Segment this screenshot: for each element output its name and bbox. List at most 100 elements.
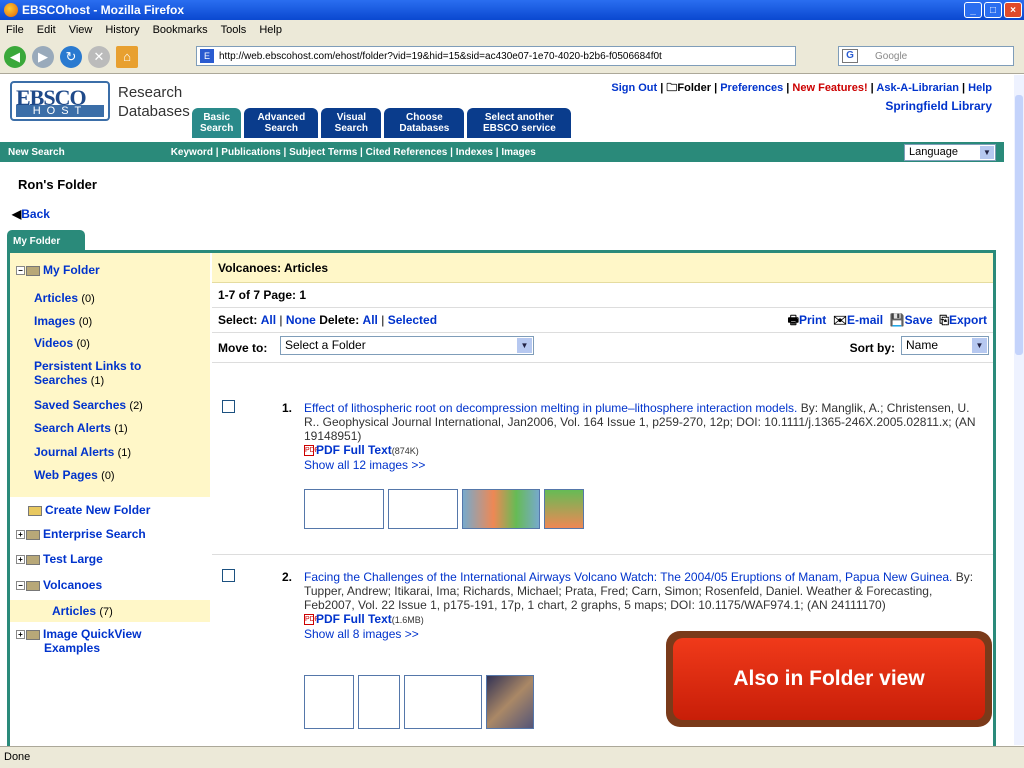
expand-icon[interactable]: + xyxy=(16,555,25,565)
preferences-link[interactable]: Preferences xyxy=(720,82,783,94)
result-thumbnail[interactable] xyxy=(462,489,540,529)
result-checkbox[interactable] xyxy=(222,400,235,413)
sign-out-link[interactable]: Sign Out xyxy=(611,82,657,94)
new-features-link[interactable]: New Features! xyxy=(792,82,867,94)
result-title-link[interactable]: Facing the Challenges of the Internation… xyxy=(304,570,952,584)
menu-file[interactable]: File xyxy=(6,24,24,36)
my-folder-tab[interactable]: My Folder xyxy=(7,230,85,250)
tab-advanced-search[interactable]: Advanced Search xyxy=(244,108,319,138)
keyword-link[interactable]: Keyword xyxy=(171,147,213,158)
sidebar-item-label[interactable]: Images xyxy=(34,314,75,328)
select-all-link[interactable]: All xyxy=(261,313,276,327)
browser-search-input[interactable]: G Google xyxy=(838,46,1014,66)
sidebar-folder-label[interactable]: Enterprise Search xyxy=(43,527,146,541)
menu-help[interactable]: Help xyxy=(259,24,282,36)
menu-edit[interactable]: Edit xyxy=(37,24,56,36)
result-checkbox[interactable] xyxy=(222,569,235,582)
result-thumbnail[interactable] xyxy=(404,675,482,729)
result-thumbnail[interactable] xyxy=(304,489,384,529)
sidebar-item-label[interactable]: Web Pages xyxy=(34,468,98,482)
sort-by-select[interactable]: Name ▼ xyxy=(901,336,989,355)
page-scrollbar[interactable] xyxy=(1014,75,1024,745)
select-none-link[interactable]: None xyxy=(286,313,316,327)
save-link[interactable]: Save xyxy=(905,313,933,327)
sidebar-my-folder-label[interactable]: My Folder xyxy=(43,263,100,277)
show-all-images-link[interactable]: Show all 8 images >> xyxy=(304,627,419,641)
sidebar-item-videos[interactable]: Videos (0) xyxy=(34,336,90,350)
minimize-button[interactable]: _ xyxy=(964,2,982,18)
pdf-full-text-link[interactable]: PDF Full Text xyxy=(316,443,392,457)
library-name-link[interactable]: Springfield Library xyxy=(885,99,992,113)
menu-bookmarks[interactable]: Bookmarks xyxy=(153,24,208,36)
sidebar-item-label[interactable]: Articles xyxy=(34,291,78,305)
cited-references-link[interactable]: Cited References xyxy=(366,147,448,158)
tab-basic-search[interactable]: Basic Search xyxy=(192,108,242,138)
result-thumbnail[interactable] xyxy=(358,675,400,729)
sidebar-item-label[interactable]: Searches xyxy=(34,373,87,387)
sidebar-item-label[interactable]: Journal Alerts xyxy=(34,445,114,459)
sidebar-item-articles[interactable]: Articles (0) xyxy=(34,291,95,305)
sidebar-volcanoes[interactable]: − Volcanoes xyxy=(16,578,102,592)
result-thumbnail[interactable] xyxy=(544,489,584,529)
sidebar-item-label[interactable]: Saved Searches xyxy=(34,398,126,412)
sidebar-folder-label[interactable]: Image QuickView xyxy=(43,627,142,641)
sidebar-item-label[interactable]: Articles xyxy=(52,604,96,618)
new-search-link[interactable]: New Search xyxy=(8,147,65,158)
reload-icon[interactable]: ↻ xyxy=(60,45,82,68)
expand-icon[interactable]: + xyxy=(16,630,25,640)
expand-icon[interactable]: + xyxy=(16,530,25,540)
sidebar-item-saved-searches[interactable]: Saved Searches (2) xyxy=(34,398,143,412)
ebsco-logo[interactable]: EBSCO HOST xyxy=(10,81,110,121)
menu-history[interactable]: History xyxy=(105,24,139,36)
images-link[interactable]: Images xyxy=(501,147,535,158)
collapse-icon[interactable]: − xyxy=(16,581,25,591)
create-folder-label[interactable]: Create New Folder xyxy=(45,503,150,517)
sidebar-folder-label[interactable]: Examples xyxy=(44,641,100,655)
pdf-full-text-link[interactable]: PDF Full Text xyxy=(316,612,392,626)
url-input[interactable]: E http://web.ebscohost.com/ehost/folder?… xyxy=(196,46,796,66)
tab-choose-databases[interactable]: Choose Databases xyxy=(384,108,465,138)
sidebar-item-search-alerts[interactable]: Search Alerts (1) xyxy=(34,421,128,435)
close-button[interactable]: × xyxy=(1004,2,1022,18)
result-thumbnail[interactable] xyxy=(388,489,458,529)
tab-select-ebsco-service[interactable]: Select another EBSCO service xyxy=(467,108,572,138)
publications-link[interactable]: Publications xyxy=(221,147,280,158)
sidebar-item-label[interactable]: Persistent Links to xyxy=(34,359,141,373)
back-arrow-icon[interactable]: ◀ xyxy=(4,45,26,68)
sidebar-image-quickview[interactable]: + Image QuickView Examples xyxy=(16,627,142,655)
scrollbar-thumb[interactable] xyxy=(1015,95,1023,355)
language-select[interactable]: Language ▼ xyxy=(904,144,996,161)
sidebar-folder-label[interactable]: Test Large xyxy=(43,552,103,566)
folder-link[interactable]: Folder xyxy=(677,82,711,94)
help-link[interactable]: Help xyxy=(968,82,992,94)
result-thumbnail[interactable] xyxy=(304,675,354,729)
sidebar-item-label[interactable]: Videos xyxy=(34,336,73,350)
stop-icon[interactable]: ✕ xyxy=(88,45,110,68)
move-to-folder-select[interactable]: Select a Folder ▼ xyxy=(280,336,534,355)
sidebar-item-journal-alerts[interactable]: Journal Alerts (1) xyxy=(34,445,131,459)
menu-tools[interactable]: Tools xyxy=(221,24,247,36)
collapse-icon[interactable]: − xyxy=(16,266,25,276)
sidebar-item-images[interactable]: Images (0) xyxy=(34,314,92,328)
indexes-link[interactable]: Indexes xyxy=(456,147,493,158)
result-title-link[interactable]: Effect of lithospheric root on decompres… xyxy=(304,401,797,415)
back-link-text[interactable]: Back xyxy=(21,207,50,221)
back-link[interactable]: ◀Back xyxy=(12,207,50,221)
export-link[interactable]: Export xyxy=(949,313,987,327)
sidebar-item-label[interactable]: Search Alerts xyxy=(34,421,111,435)
sidebar-volcanoes-articles[interactable]: Articles (7) xyxy=(52,604,113,618)
sidebar-item-web-pages[interactable]: Web Pages (0) xyxy=(34,468,115,482)
tab-visual-search[interactable]: Visual Search xyxy=(321,108,382,138)
print-link[interactable]: Print xyxy=(799,313,826,327)
subject-terms-link[interactable]: Subject Terms xyxy=(289,147,357,158)
sidebar-create-folder[interactable]: Create New Folder xyxy=(28,503,150,517)
menu-view[interactable]: View xyxy=(69,24,93,36)
sidebar-item-persistent-links[interactable]: Persistent Links to Searches (1) xyxy=(34,359,141,388)
email-link[interactable]: E-mail xyxy=(847,313,883,327)
home-icon[interactable]: ⌂ xyxy=(116,45,138,68)
ask-librarian-link[interactable]: Ask-A-Librarian xyxy=(876,82,959,94)
sidebar-enterprise-search[interactable]: + Enterprise Search xyxy=(16,527,146,541)
show-all-images-link[interactable]: Show all 12 images >> xyxy=(304,458,425,472)
forward-arrow-icon[interactable]: ▶ xyxy=(32,45,54,68)
delete-selected-link[interactable]: Selected xyxy=(388,313,437,327)
